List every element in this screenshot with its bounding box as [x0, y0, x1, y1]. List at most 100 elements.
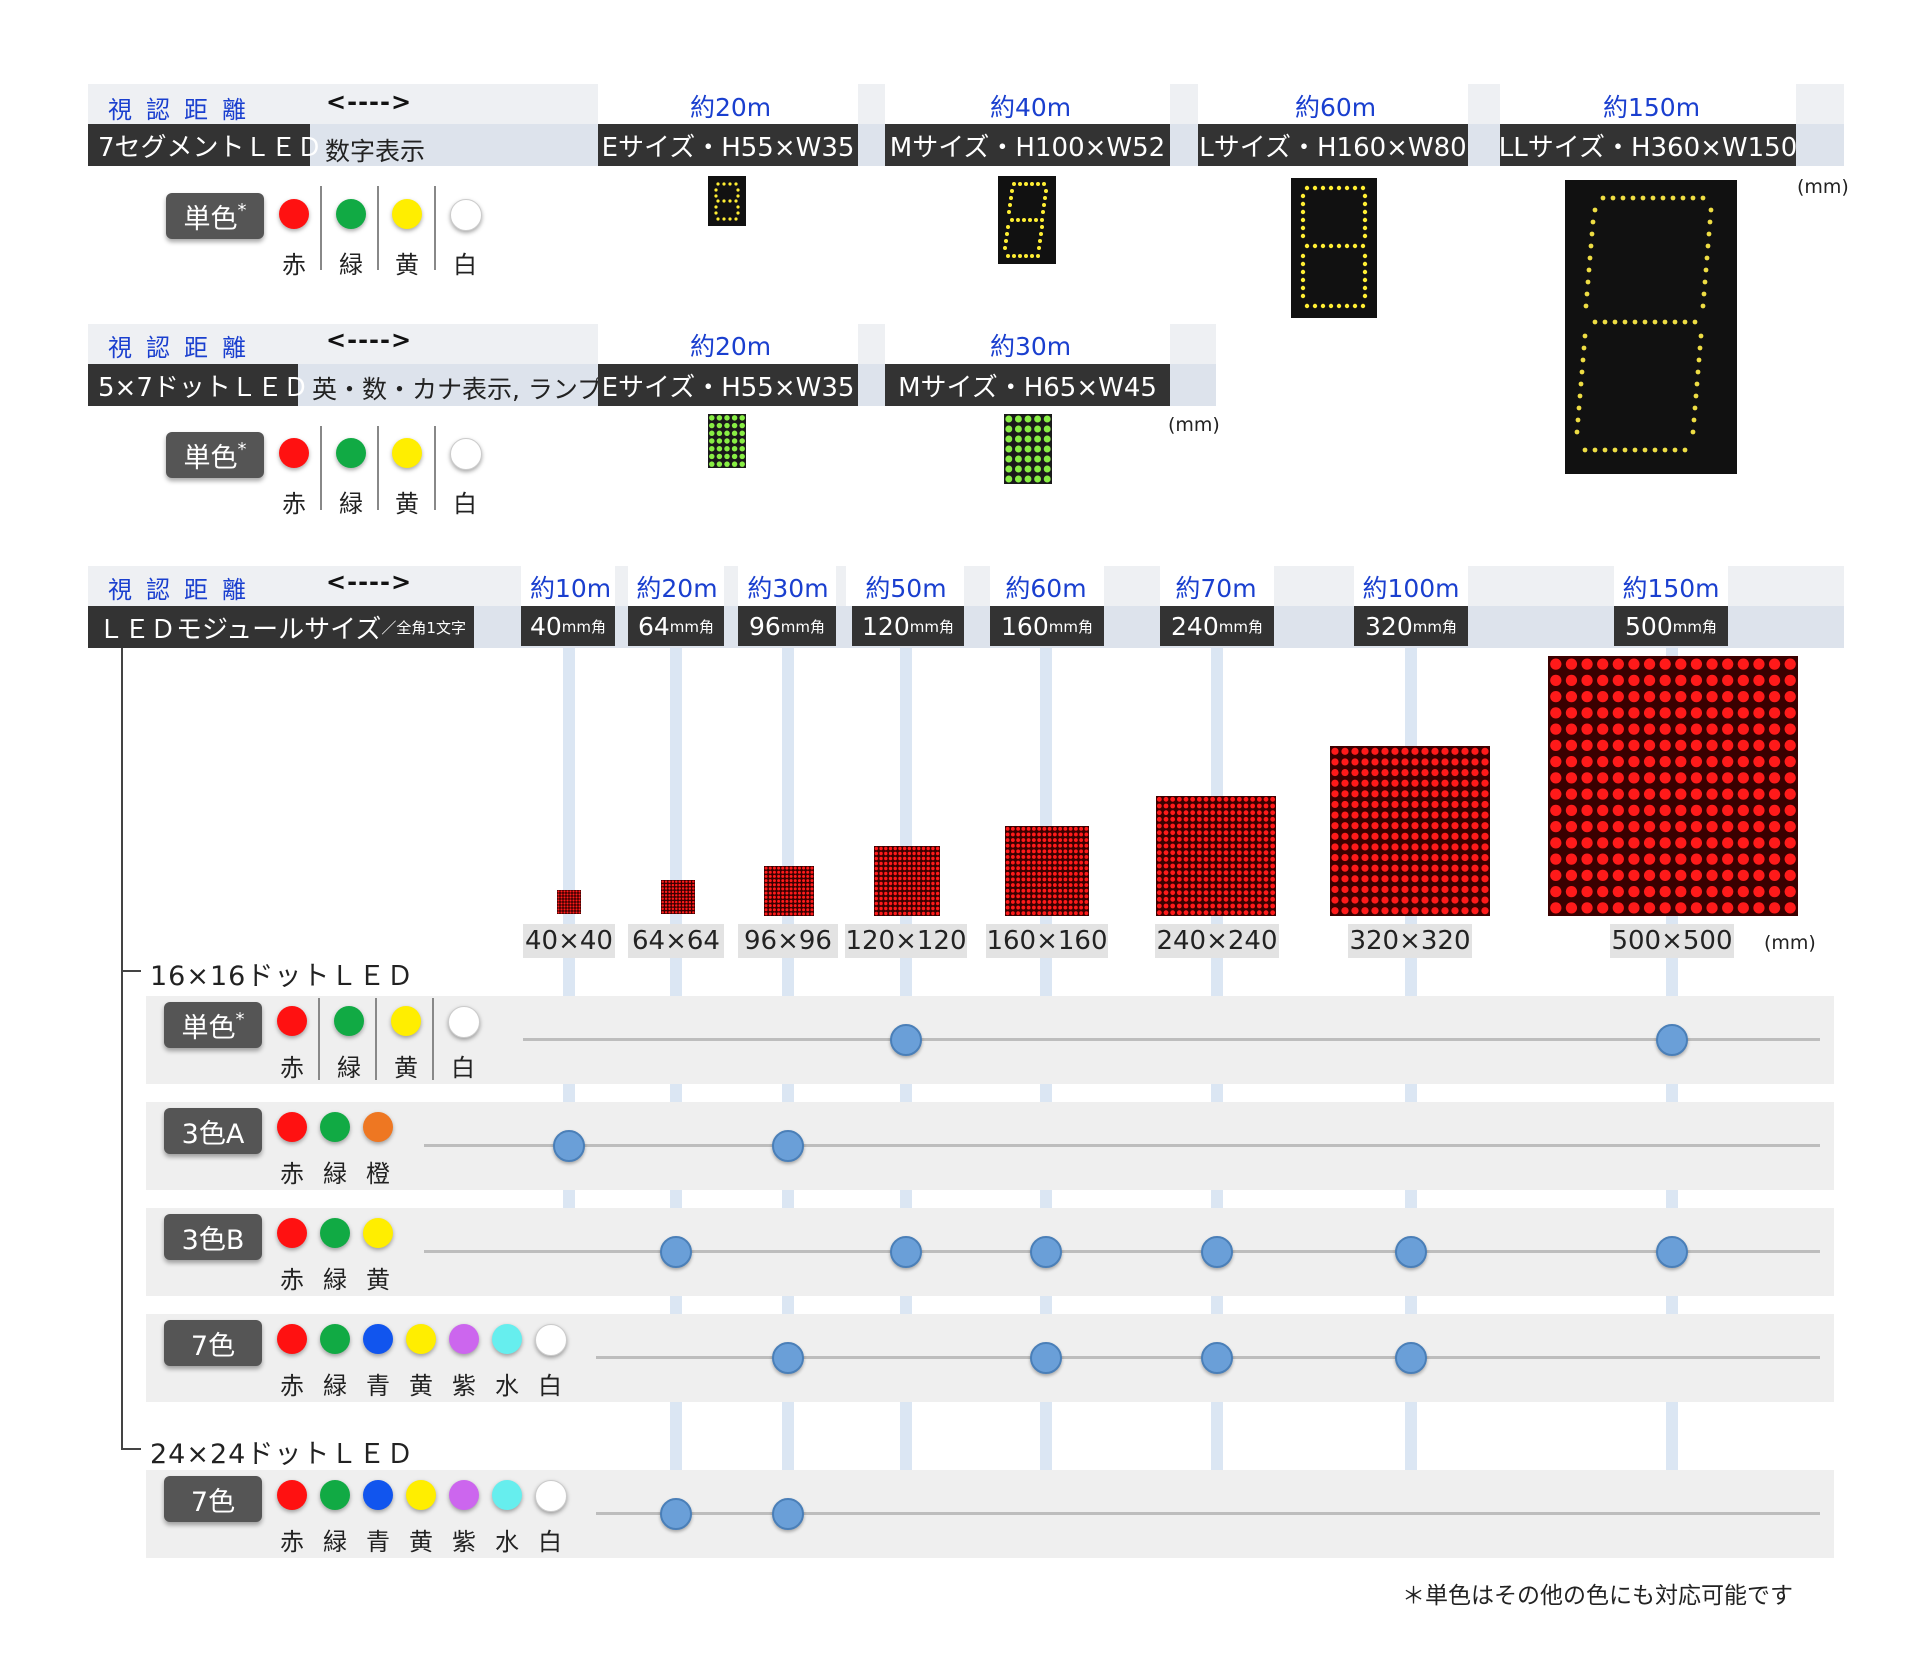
led-dot — [1176, 850, 1182, 856]
led-dot — [1058, 883, 1063, 887]
led-dot — [1014, 475, 1022, 483]
color-name: 赤 — [282, 490, 306, 518]
color-name: 緑 — [337, 1054, 361, 1082]
led-dot — [1170, 803, 1176, 809]
led-dot — [907, 891, 912, 896]
led-dot — [785, 891, 789, 895]
led-dot — [1659, 756, 1671, 768]
led-dot — [1203, 903, 1209, 909]
led-dot — [1043, 465, 1051, 473]
led-dot — [772, 908, 776, 912]
led-dot — [1690, 691, 1703, 703]
available-node — [1656, 1236, 1688, 1268]
led-dot — [675, 883, 678, 887]
led-dot — [1722, 772, 1734, 784]
led-dot — [1058, 888, 1063, 893]
led-dot — [1431, 768, 1439, 777]
led-dot — [931, 901, 935, 906]
color-type-tag: 単色 * — [164, 1002, 262, 1048]
yellow-color-dot — [363, 1218, 393, 1248]
led-dot — [1005, 877, 1010, 882]
led-dot — [1156, 896, 1162, 902]
led-dot — [1163, 830, 1169, 836]
led-dot — [768, 866, 772, 870]
led-dot — [1163, 883, 1169, 889]
led-dot — [1753, 902, 1765, 914]
yellow-color-dot — [392, 199, 422, 229]
led-dot — [1351, 779, 1359, 787]
led-dot — [1163, 903, 1169, 909]
led-dot — [1612, 886, 1624, 898]
led-dot — [681, 880, 685, 883]
led-dot — [1612, 658, 1624, 670]
led-dot — [671, 880, 675, 883]
led-dot — [1381, 864, 1389, 872]
led-dot — [1381, 822, 1389, 830]
module-size-label: 120 mm角 — [852, 606, 964, 646]
led-dot — [1361, 758, 1369, 766]
led-dot — [1073, 911, 1078, 916]
led-dot — [1042, 860, 1047, 865]
led-dot — [688, 883, 692, 887]
led-dot — [912, 861, 916, 866]
led-dot — [772, 866, 776, 870]
led-dot — [1659, 902, 1671, 914]
led-dot — [1156, 803, 1162, 809]
led-dot — [1706, 821, 1718, 833]
led-dot — [1441, 907, 1449, 915]
led-dot — [557, 905, 560, 908]
led-dot — [1361, 768, 1369, 777]
led-dot — [1351, 747, 1359, 755]
led-dot — [578, 905, 581, 908]
led-dot — [1659, 869, 1671, 881]
led-dot — [1722, 691, 1734, 703]
led-dot — [1163, 796, 1169, 802]
color-type-tag-text: 3色B — [181, 1224, 245, 1256]
led-dot — [1461, 832, 1469, 840]
led-dot — [1411, 811, 1419, 819]
led-dot — [1250, 890, 1256, 896]
led-dot — [1451, 779, 1459, 787]
led-dot — [566, 896, 569, 899]
led-dot — [1223, 856, 1229, 862]
led-dot — [675, 880, 678, 883]
led-dot — [1014, 435, 1022, 443]
led-dot — [898, 861, 902, 866]
led-dot — [1481, 747, 1489, 755]
led-dot — [1183, 810, 1189, 816]
led-dot — [1706, 886, 1718, 898]
led-dot — [907, 886, 912, 891]
led-dot — [902, 851, 907, 856]
led-dot — [569, 893, 572, 896]
led-dot — [688, 907, 692, 911]
led-dot — [678, 900, 681, 904]
led-dot — [1659, 674, 1671, 686]
led-dot — [777, 895, 781, 899]
led-dot — [1481, 853, 1489, 862]
led-dot — [898, 906, 902, 911]
led-dot — [1768, 902, 1781, 914]
led-dot — [1401, 790, 1409, 798]
led-dot — [1243, 836, 1249, 842]
dot57-mono-tag-text: 単色 — [183, 442, 238, 474]
led-dot — [931, 871, 935, 876]
led-dot — [764, 904, 768, 908]
led-dot — [1361, 885, 1369, 894]
led-dot — [1612, 772, 1624, 784]
led-dot — [935, 891, 940, 896]
led-dot — [1737, 674, 1749, 686]
led-dot — [1223, 883, 1229, 889]
led-dot — [1230, 843, 1236, 849]
led-dot — [1753, 658, 1765, 670]
led-dot — [1034, 465, 1042, 473]
led-dot — [671, 911, 675, 914]
led-dot — [1063, 871, 1068, 876]
led-dot — [912, 886, 916, 891]
led-dot — [1190, 903, 1196, 909]
module-size-unit: mm角 — [1048, 617, 1093, 636]
color-name: 緑 — [339, 251, 363, 279]
led-dot — [1659, 691, 1671, 703]
cyan-color-dot — [492, 1480, 522, 1510]
led-dot — [1737, 691, 1749, 703]
led-dot — [793, 874, 797, 878]
